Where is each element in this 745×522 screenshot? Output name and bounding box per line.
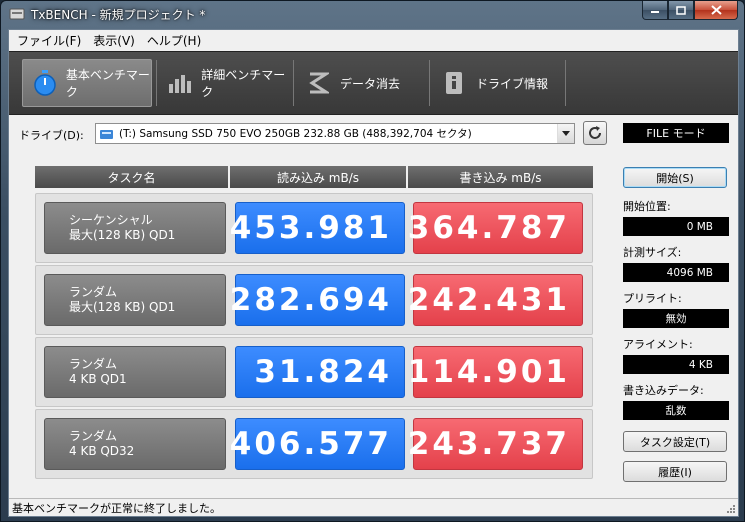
title-bar[interactable]: TxBENCH - 新規プロジェクト * xyxy=(1,1,744,27)
maximize-icon xyxy=(676,5,686,15)
refresh-icon xyxy=(589,126,601,139)
results-panel: タスク名 読み込み mB/s 書き込み mB/s シーケンシャル 最大(128 … xyxy=(35,162,593,482)
minimize-button[interactable] xyxy=(642,1,668,20)
task-detail: 最大(128 KB) QD1 xyxy=(69,300,176,314)
drive-info-icon xyxy=(440,69,468,97)
read-speed-value: 282.694 xyxy=(230,274,405,326)
client-area: ファイル(F) 表示(V) ヘルプ(H) 基本ベンチマーク 詳細ベンチマーク デ… xyxy=(8,29,739,517)
eraser-icon xyxy=(304,69,332,97)
write-speed-value: 242.431 xyxy=(408,274,583,326)
read-speed-value: 406.577 xyxy=(230,418,405,470)
task-name: シーケンシャル xyxy=(69,213,153,227)
tab-label: ドライブ情報 xyxy=(476,76,549,91)
minimize-icon xyxy=(651,11,659,13)
menu-view[interactable]: 表示(V) xyxy=(87,32,141,49)
menu-bar: ファイル(F) 表示(V) ヘルプ(H) xyxy=(9,30,738,50)
app-window: TxBENCH - 新規プロジェクト * ファイル(F) 表示(V) ヘルプ(H… xyxy=(0,0,745,522)
prewrite-label: プリライト: xyxy=(623,292,682,305)
task-button[interactable]: ランダム 4 KB QD32 xyxy=(44,418,226,470)
status-text: 基本ベンチマークが正常に終了しました。 xyxy=(12,501,221,515)
task-detail: 4 KB QD1 xyxy=(69,372,127,386)
result-row-random-4k-qd1: ランダム 4 KB QD1 31.824 114.901 xyxy=(35,337,593,407)
status-bar: 基本ベンチマークが正常に終了しました。 xyxy=(9,498,738,516)
alignment-label: アライメント: xyxy=(623,338,693,351)
mode-display: FILE モード xyxy=(623,123,729,143)
result-row-sequential: シーケンシャル 最大(128 KB) QD1 453.981 364.787 xyxy=(35,193,593,263)
caption-buttons xyxy=(642,1,738,21)
task-name: ランダム xyxy=(69,357,118,371)
maximize-button[interactable] xyxy=(668,1,694,20)
drive-icon xyxy=(100,129,113,139)
menu-help[interactable]: ヘルプ(H) xyxy=(141,32,207,49)
menu-file[interactable]: ファイル(F) xyxy=(11,32,87,49)
tab-data-erase[interactable]: データ消去 xyxy=(294,59,428,107)
measure-size-value[interactable]: 4096 MB xyxy=(623,263,729,282)
write-data-value[interactable]: 乱数 xyxy=(623,401,729,420)
resize-grip-icon[interactable] xyxy=(726,504,736,514)
tab-label: 基本ベンチマーク xyxy=(65,68,150,99)
tab-detail-benchmark[interactable]: 詳細ベンチマーク xyxy=(157,59,291,107)
write-speed-value: 243.737 xyxy=(408,418,583,470)
tab-basic-benchmark[interactable]: 基本ベンチマーク xyxy=(22,59,152,107)
toolbar: 基本ベンチマーク 詳細ベンチマーク データ消去 ドライブ情報 xyxy=(9,51,738,115)
task-detail: 最大(128 KB) QD1 xyxy=(69,228,176,242)
app-icon xyxy=(9,8,25,20)
drive-row: ドライブ(D): (T:) Samsung SSD 750 EVO 250GB … xyxy=(9,120,738,148)
task-name: ランダム xyxy=(69,285,118,299)
header-task: タスク名 xyxy=(35,166,228,188)
result-row-random-4k-qd32: ランダム 4 KB QD32 406.577 243.737 xyxy=(35,409,593,479)
start-position-value[interactable]: 0 MB xyxy=(623,217,729,236)
read-speed-value: 453.981 xyxy=(230,202,405,254)
task-settings-button[interactable]: タスク設定(T) xyxy=(623,431,727,452)
bar-chart-icon xyxy=(167,69,193,97)
tab-label: データ消去 xyxy=(340,76,401,91)
header-read: 読み込み mB/s xyxy=(230,166,406,188)
history-button[interactable]: 履歴(I) xyxy=(623,461,727,482)
result-row-random-128k: ランダム 最大(128 KB) QD1 282.694 242.431 xyxy=(35,265,593,335)
drive-label: ドライブ(D): xyxy=(19,129,84,142)
alignment-value[interactable]: 4 KB xyxy=(623,355,729,374)
drive-selected-text: (T:) Samsung SSD 750 EVO 250GB 232.88 GB… xyxy=(119,128,472,140)
measure-size-label: 計測サイズ: xyxy=(623,246,682,259)
header-write: 書き込み mB/s xyxy=(408,166,593,188)
stopwatch-icon xyxy=(33,69,58,97)
close-button[interactable] xyxy=(694,1,738,20)
window-title: TxBENCH - 新規プロジェクト * xyxy=(31,8,206,22)
drive-select[interactable]: (T:) Samsung SSD 750 EVO 250GB 232.88 GB… xyxy=(95,123,575,144)
write-speed-value: 364.787 xyxy=(408,202,583,254)
write-data-label: 書き込みデータ: xyxy=(623,384,704,397)
prewrite-value[interactable]: 無効 xyxy=(623,309,729,328)
start-button[interactable]: 開始(S) xyxy=(623,167,727,188)
start-position-label: 開始位置: xyxy=(623,200,671,213)
task-button[interactable]: シーケンシャル 最大(128 KB) QD1 xyxy=(44,202,226,254)
write-speed-value: 114.901 xyxy=(408,346,583,398)
task-button[interactable]: ランダム 4 KB QD1 xyxy=(44,346,226,398)
task-name: ランダム xyxy=(69,429,118,443)
chevron-down-icon[interactable] xyxy=(557,124,574,143)
task-button[interactable]: ランダム 最大(128 KB) QD1 xyxy=(44,274,226,326)
tab-drive-info[interactable]: ドライブ情報 xyxy=(430,59,564,107)
tab-label: 詳細ベンチマーク xyxy=(201,68,286,99)
read-speed-value: 31.824 xyxy=(235,346,405,398)
refresh-button[interactable] xyxy=(583,121,607,145)
toolbar-separator xyxy=(565,60,566,106)
close-icon xyxy=(710,5,722,15)
task-detail: 4 KB QD32 xyxy=(69,444,135,458)
